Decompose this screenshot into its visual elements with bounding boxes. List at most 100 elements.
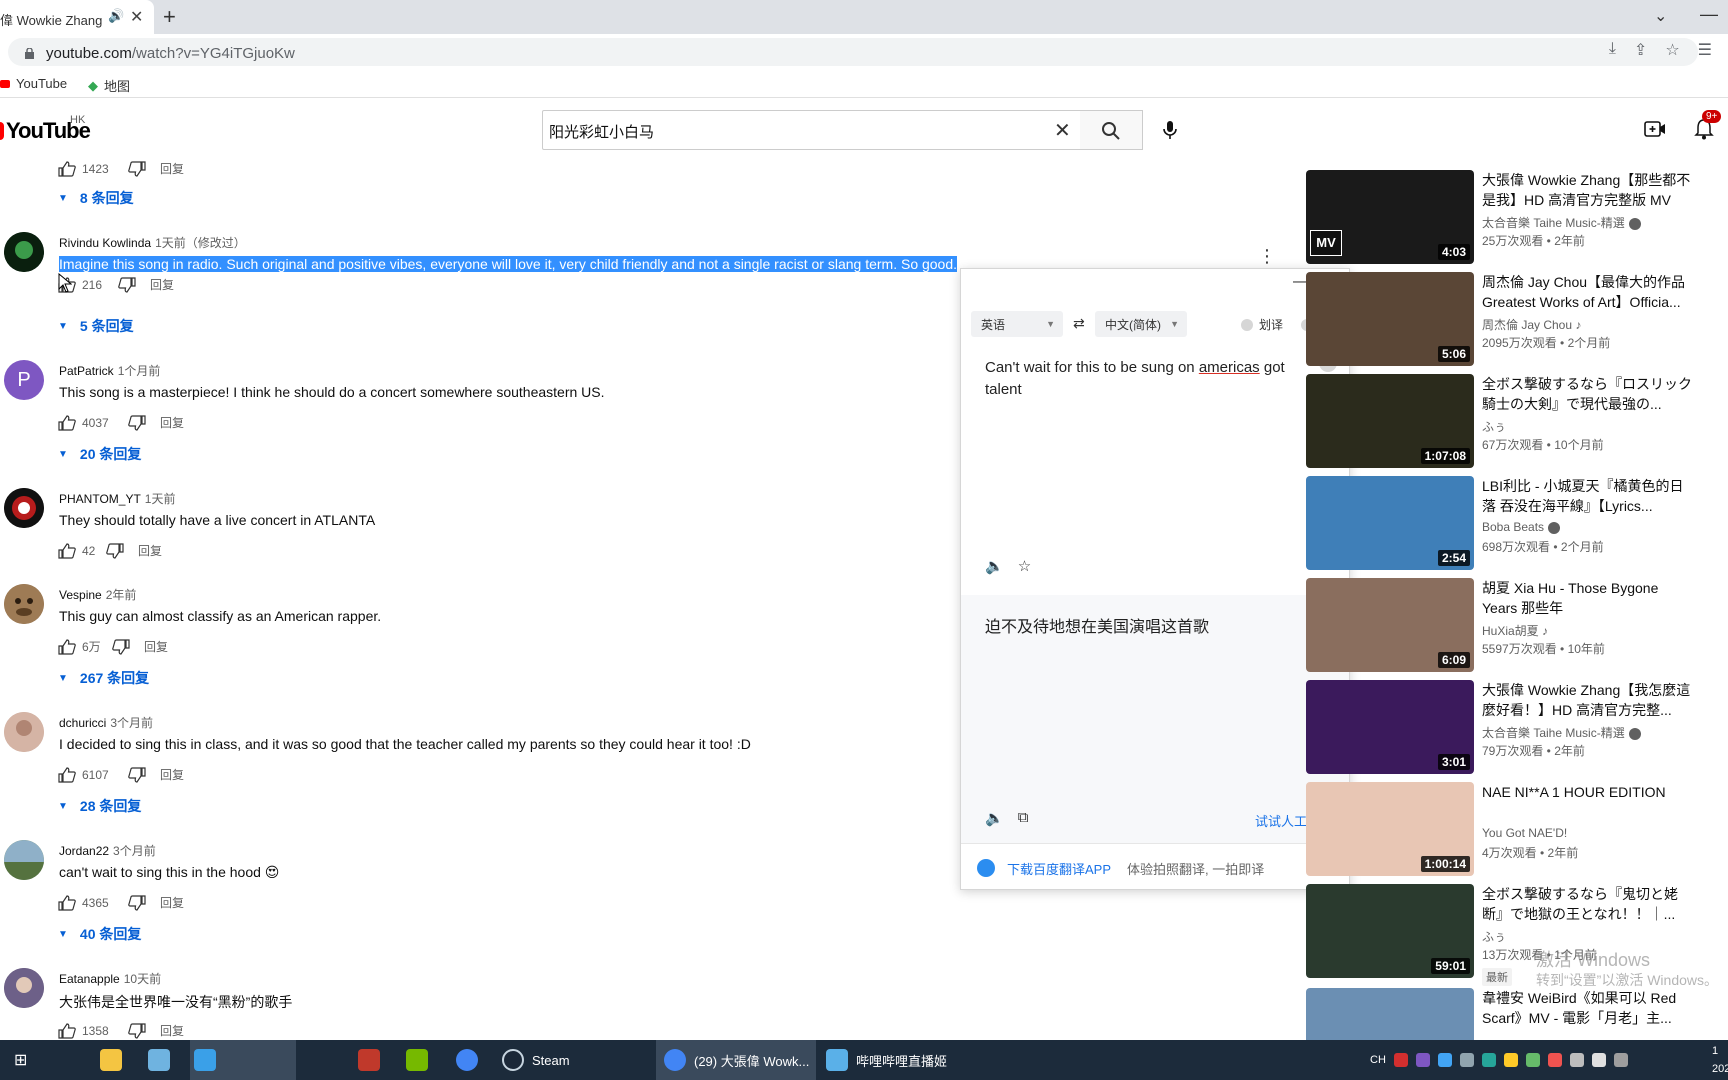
bookmark-star-icon[interactable]: ☆: [1665, 40, 1679, 60]
favorite-star-icon[interactable]: ☆: [1018, 557, 1031, 575]
video-thumbnail[interactable]: MV 4:03: [1306, 170, 1474, 264]
video-title[interactable]: 全ボス撃破するなら『鬼切と姥断』で地獄の王となれ！！｜...: [1482, 884, 1696, 924]
reading-list-icon[interactable]: ☰: [1698, 40, 1712, 60]
comment-author[interactable]: Vespine 2年前: [59, 586, 136, 603]
tray-icon[interactable]: [1437, 1053, 1452, 1067]
tray-icon[interactable]: [1481, 1053, 1496, 1067]
avatar[interactable]: [4, 584, 44, 624]
channel-name[interactable]: HuXia胡夏 ♪: [1482, 622, 1548, 639]
video-card[interactable]: 韋禮安 WeiBird《如果可以 Red Scarf》MV - 電影「月老」主.…: [1306, 988, 1728, 1040]
video-title[interactable]: 全ボス撃破するなら『ロスリック騎士の大剣』で現代最強の...: [1482, 374, 1696, 414]
video-title[interactable]: LBI利比 - 小城夏天『橘黄色的日落 吞没在海平線』【Lyrics...: [1482, 476, 1696, 516]
taskbar-chrome-window[interactable]: (29) 大張偉 Wowk...: [656, 1040, 816, 1080]
reply-button[interactable]: 回复: [160, 894, 184, 911]
reply-button[interactable]: 回复: [160, 160, 184, 177]
search-button[interactable]: [1080, 110, 1143, 150]
minimize-button[interactable]: —: [1700, 4, 1718, 25]
source-text[interactable]: Can't wait for this to be sung on americ…: [985, 357, 1315, 401]
comment-author[interactable]: Eatanapple 10天前: [59, 970, 161, 987]
view-replies-button[interactable]: ▼ 267 条回复: [58, 668, 149, 688]
reply-button[interactable]: 回复: [150, 276, 174, 293]
video-card[interactable]: 59:01 全ボス撃破するなら『鬼切と姥断』で地獄の王となれ！！｜... ふぅ …: [1306, 884, 1728, 986]
thumbs-down-icon[interactable]: [128, 1022, 146, 1039]
video-title[interactable]: NAE NI**A 1 HOUR EDITION: [1482, 782, 1696, 802]
video-thumbnail[interactable]: 2:54: [1306, 476, 1474, 570]
channel-name[interactable]: 太合音樂 Taihe Music-精選: [1482, 214, 1641, 231]
taskbar-steam[interactable]: Steam: [502, 1040, 570, 1080]
avatar[interactable]: [4, 232, 44, 272]
notification-center-icon[interactable]: [1613, 1053, 1628, 1067]
thumbs-up-icon[interactable]: [58, 638, 76, 655]
video-title[interactable]: 周杰倫 Jay Chou【最偉大的作品 Greatest Works of Ar…: [1482, 272, 1696, 312]
thumbs-up-icon[interactable]: [58, 1022, 76, 1039]
share-icon[interactable]: ⇪: [1634, 40, 1647, 60]
ime-indicator[interactable]: CH: [1370, 1054, 1386, 1066]
thumbs-down-icon[interactable]: [128, 160, 146, 177]
video-thumbnail[interactable]: 1:00:14: [1306, 782, 1474, 876]
channel-name[interactable]: 周杰倫 Jay Chou ♪: [1482, 316, 1581, 333]
comment-author[interactable]: Jordan22 3个月前: [59, 842, 156, 859]
search-input[interactable]: 阳光彩虹小白马 ✕: [542, 110, 1081, 150]
video-title[interactable]: 大張偉 Wowkie Zhang【我怎麼這麼好看！】HD 高清官方完整...: [1482, 680, 1696, 720]
video-card[interactable]: 3:01 大張偉 Wowkie Zhang【我怎麼這麼好看！】HD 高清官方完整…: [1306, 680, 1728, 776]
comment-author[interactable]: PatPatrick 1个月前: [59, 362, 160, 379]
tab-search-icon[interactable]: ⌄: [1654, 6, 1667, 26]
thumbs-down-icon[interactable]: [128, 894, 146, 911]
video-card[interactable]: 1:00:14 NAE NI**A 1 HOUR EDITION You Got…: [1306, 782, 1728, 878]
omnibox[interactable]: youtube.com/watch?v=YG4iTGjuoKw: [8, 38, 1698, 66]
reply-button[interactable]: 回复: [160, 766, 184, 783]
video-thumbnail[interactable]: 6:09: [1306, 578, 1474, 672]
tray-icon[interactable]: [1459, 1053, 1474, 1067]
speaker-icon[interactable]: 🔊: [108, 8, 124, 24]
video-card[interactable]: 2:54 LBI利比 - 小城夏天『橘黄色的日落 吞没在海平線』【Lyrics.…: [1306, 476, 1728, 572]
thumbs-down-icon[interactable]: [106, 542, 124, 559]
avatar[interactable]: [4, 712, 44, 752]
tray-icon[interactable]: [1547, 1053, 1562, 1067]
taskbar-app[interactable]: [358, 1040, 380, 1080]
thumbs-up-icon[interactable]: [58, 542, 76, 559]
task-view-button[interactable]: ⊞: [14, 1040, 27, 1080]
view-replies-button[interactable]: ▼ 28 条回复: [58, 796, 141, 816]
comment-author[interactable]: dchuricci 3个月前: [59, 714, 153, 731]
channel-name[interactable]: ふぅ: [1482, 928, 1506, 945]
thumbs-down-icon[interactable]: [128, 414, 146, 431]
thumbs-down-icon[interactable]: [112, 638, 130, 655]
reply-button[interactable]: 回复: [160, 414, 184, 431]
tray-icon[interactable]: [1415, 1053, 1430, 1067]
channel-name[interactable]: You Got NAE'D!: [1482, 826, 1567, 840]
tray-icon[interactable]: [1525, 1053, 1540, 1067]
video-thumbnail[interactable]: 59:01: [1306, 884, 1474, 978]
video-card[interactable]: 5:06 周杰倫 Jay Chou【最偉大的作品 Greatest Works …: [1306, 272, 1728, 368]
install-icon[interactable]: ⤓: [1609, 40, 1616, 60]
video-thumbnail[interactable]: 5:06: [1306, 272, 1474, 366]
video-thumbnail[interactable]: 1:07:08: [1306, 374, 1474, 468]
reply-button[interactable]: 回复: [144, 638, 168, 655]
taskbar-app[interactable]: [190, 1040, 296, 1080]
video-thumbnail[interactable]: [1306, 988, 1474, 1040]
thumbs-up-icon[interactable]: [58, 160, 76, 177]
avatar[interactable]: P: [4, 360, 44, 400]
channel-name[interactable]: 太合音樂 Taihe Music-精選: [1482, 724, 1641, 741]
channel-name[interactable]: ふぅ: [1482, 418, 1506, 435]
video-card[interactable]: 1:07:08 全ボス撃破するなら『ロスリック騎士の大剣』で現代最強の... ふ…: [1306, 374, 1728, 470]
comment-author[interactable]: Rivindu Kowlinda 1天前（修改过）: [59, 234, 246, 251]
avatar[interactable]: [4, 488, 44, 528]
reply-button[interactable]: 回复: [138, 542, 162, 559]
option-select-translate[interactable]: 划译: [1241, 316, 1283, 333]
new-tab-button[interactable]: +: [163, 4, 176, 30]
lock-icon[interactable]: [25, 48, 34, 59]
view-replies-button[interactable]: ▼ 5 条回复: [58, 316, 134, 336]
speaker-icon[interactable]: 🔈: [985, 809, 1004, 827]
tray-icon[interactable]: [1503, 1053, 1518, 1067]
target-language-select[interactable]: 中文(简体) ▼: [1095, 311, 1187, 337]
video-card[interactable]: 6:09 胡夏 Xia Hu - Those Bygone Years 那些年 …: [1306, 578, 1728, 674]
video-title[interactable]: 胡夏 Xia Hu - Those Bygone Years 那些年: [1482, 578, 1696, 618]
copy-icon[interactable]: ⧉: [1018, 809, 1029, 827]
voice-search-button[interactable]: [1152, 112, 1188, 148]
taskbar-app[interactable]: [100, 1040, 122, 1080]
clear-search-icon[interactable]: ✕: [1054, 118, 1071, 143]
taskbar-app[interactable]: [456, 1040, 478, 1080]
video-title[interactable]: 大張偉 Wowkie Zhang【那些都不是我】HD 高清官方完整版 MV: [1482, 170, 1696, 210]
video-thumbnail[interactable]: 3:01: [1306, 680, 1474, 774]
reply-button[interactable]: 回复: [160, 1022, 184, 1039]
